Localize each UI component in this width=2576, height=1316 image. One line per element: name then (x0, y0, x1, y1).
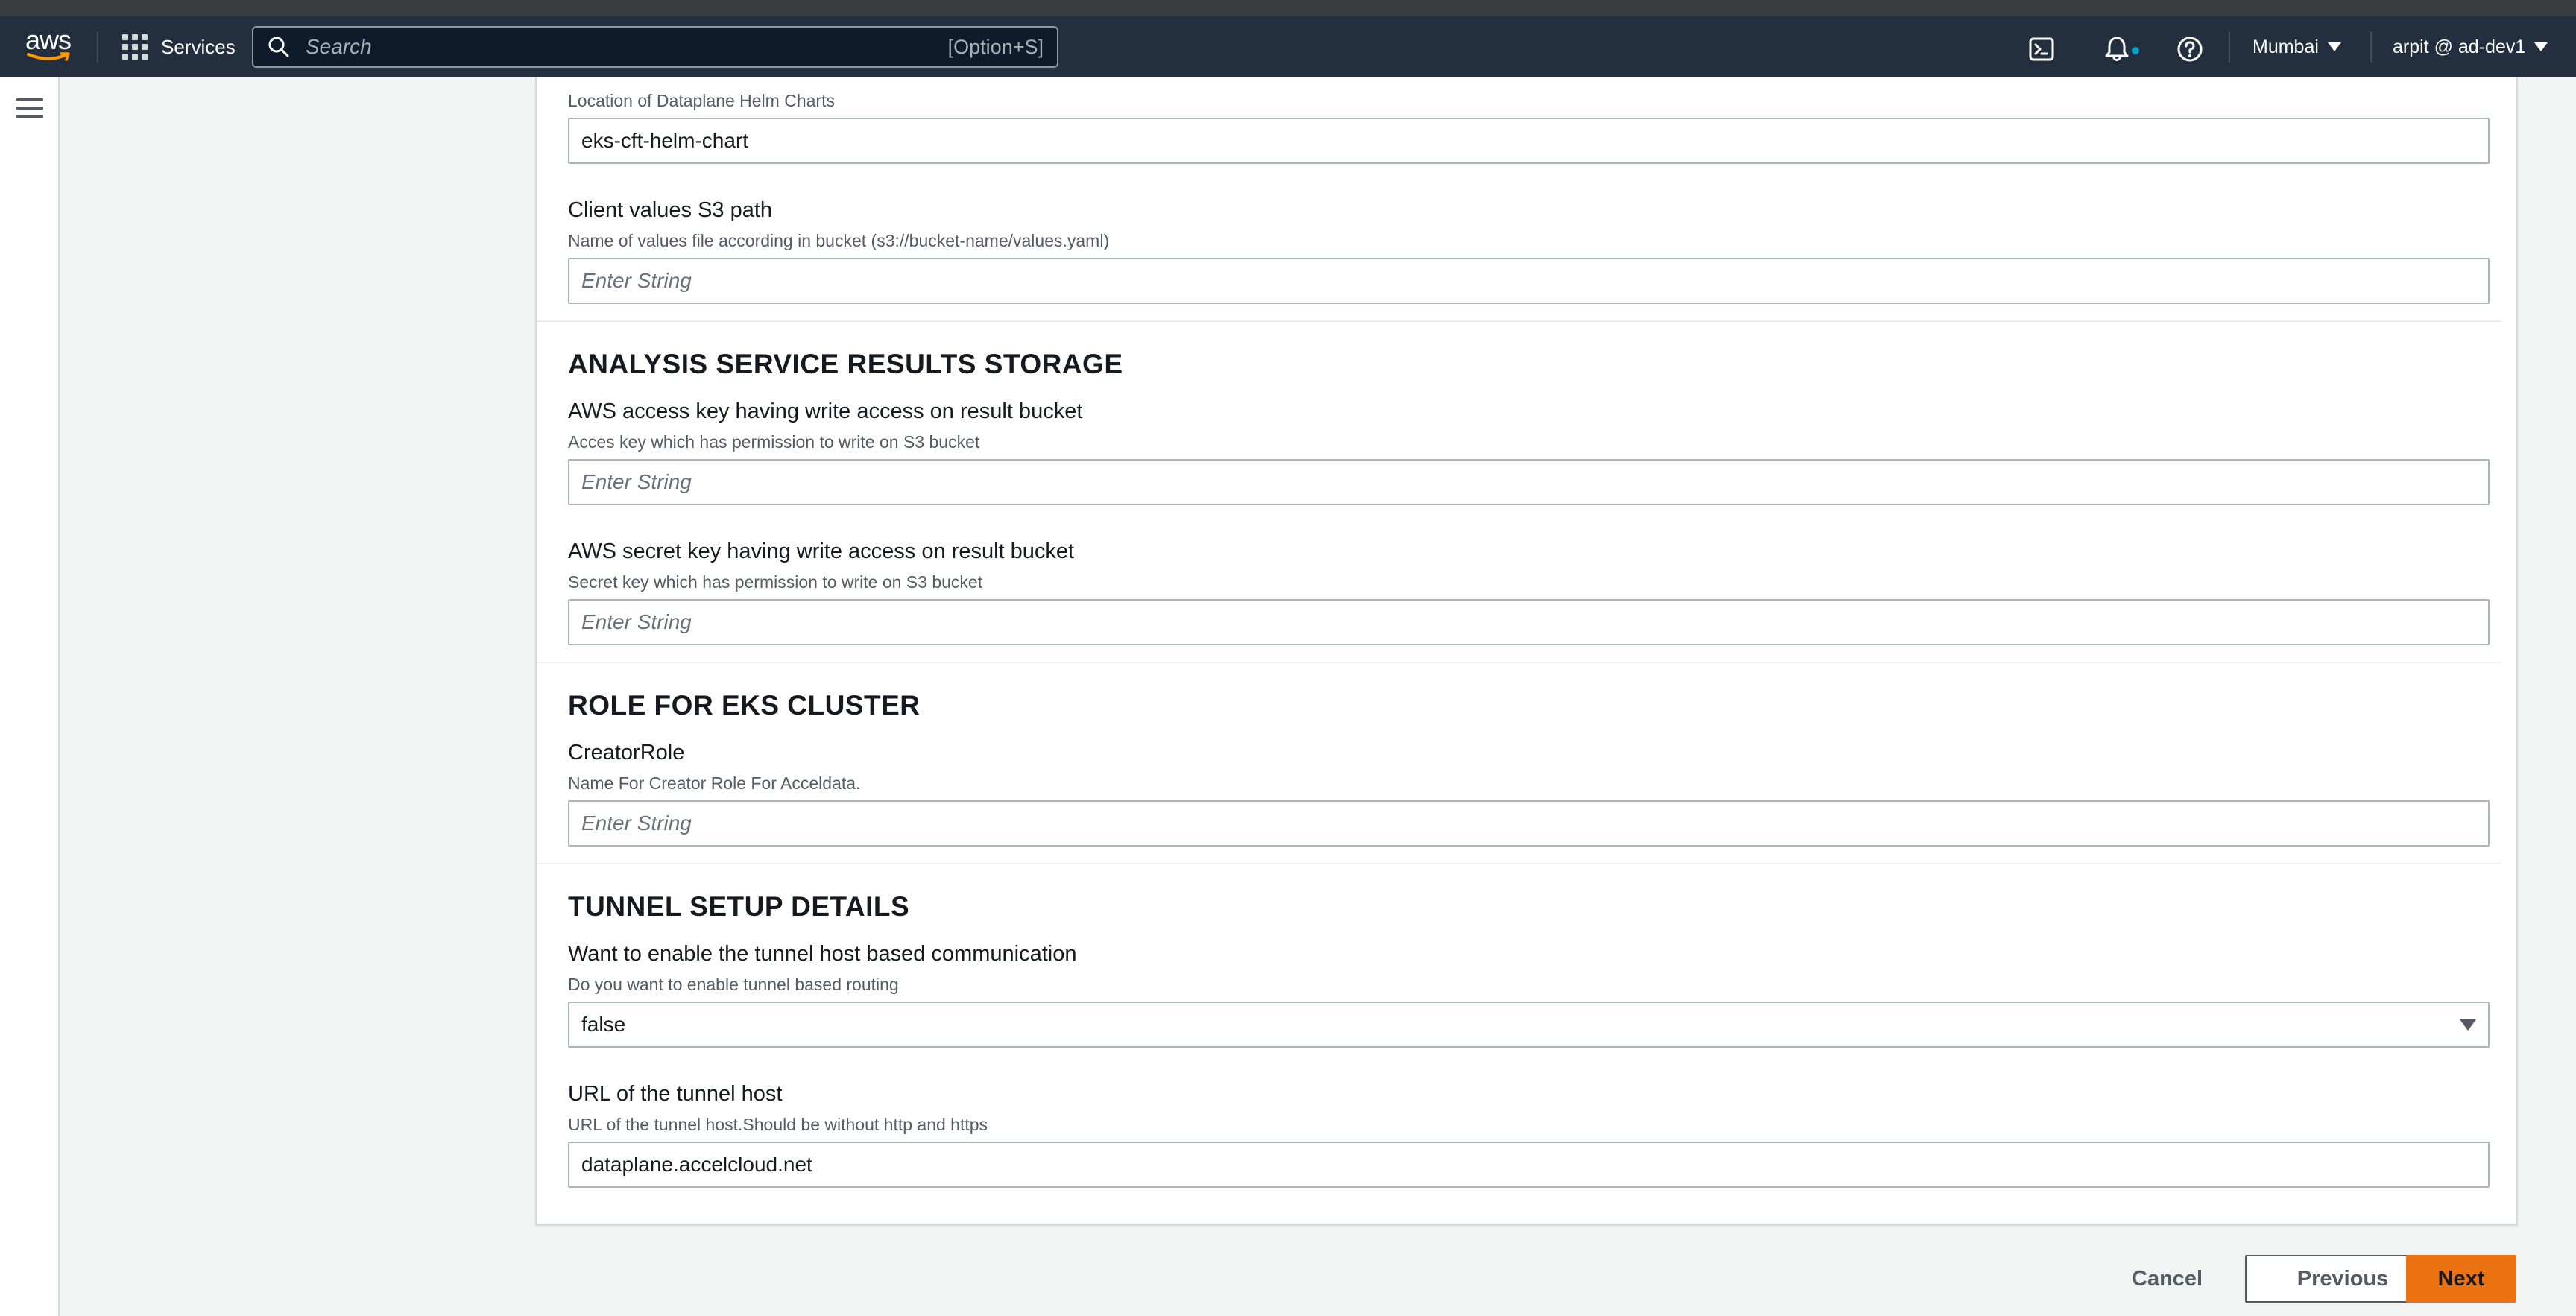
tunnel-section-title: TUNNEL SETUP DETAILS (568, 891, 910, 922)
nav-divider (2370, 31, 2372, 63)
region-label: Mumbai (2253, 36, 2319, 57)
helm-chart-description: Location of Dataplane Helm Charts (568, 91, 835, 110)
access-key-label: AWS access key having write access on re… (568, 399, 1083, 423)
parameters-form-panel: Location of Dataplane Helm Charts Client… (535, 77, 2518, 1225)
bell-icon[interactable] (2102, 34, 2132, 64)
aws-smile-icon (27, 52, 70, 61)
search-icon (268, 37, 289, 57)
search-bar[interactable]: [Option+S] (252, 26, 1058, 68)
aws-top-navigation: aws Services [Option+S] Mu (0, 16, 2576, 77)
chevron-down-icon (2327, 42, 2341, 51)
aws-logo-text: aws (25, 25, 72, 55)
cancel-button[interactable]: Cancel (2117, 1255, 2217, 1303)
services-menu-button[interactable]: Services (122, 31, 236, 63)
access-key-description: Acces key which has permission to write … (568, 432, 980, 452)
tunnel-host-input[interactable] (568, 1142, 2490, 1188)
cloudshell-icon[interactable] (2027, 34, 2057, 64)
client-values-description: Name of values file according in bucket … (568, 231, 1110, 250)
services-label: Services (161, 35, 236, 58)
role-section-title: ROLE FOR EKS CLUSTER (568, 690, 921, 721)
access-key-input[interactable] (568, 459, 2490, 505)
next-button[interactable]: Next (2406, 1255, 2516, 1303)
notification-indicator (2132, 47, 2139, 54)
left-navigation-rail (0, 77, 60, 1316)
nav-divider (2229, 31, 2230, 63)
helm-chart-input[interactable] (568, 118, 2490, 164)
dropdown-arrow-icon (2460, 1019, 2476, 1031)
browser-tab-strip (0, 0, 2576, 16)
account-menu[interactable]: arpit @ ad-dev1 (2393, 31, 2548, 63)
menu-icon[interactable] (16, 98, 43, 121)
section-divider (537, 863, 2501, 864)
tunnel-host-label: URL of the tunnel host (568, 1082, 783, 1106)
nav-divider (97, 31, 98, 63)
client-values-input[interactable] (568, 258, 2490, 304)
secret-key-label: AWS secret key having write access on re… (568, 540, 1075, 563)
region-selector[interactable]: Mumbai (2253, 31, 2341, 63)
creator-role-input[interactable] (568, 800, 2490, 847)
secret-key-input[interactable] (568, 599, 2490, 645)
services-grid-icon (122, 34, 148, 60)
enable-tunnel-label: Want to enable the tunnel host based com… (568, 942, 1077, 966)
enable-tunnel-description: Do you want to enable tunnel based routi… (568, 975, 899, 994)
search-shortcut-hint: [Option+S] (947, 35, 1044, 58)
creator-role-label: CreatorRole (568, 741, 685, 765)
client-values-label: Client values S3 path (568, 198, 773, 222)
enable-tunnel-selected-value: false (581, 1013, 626, 1036)
secret-key-description: Secret key which has permission to write… (568, 572, 983, 592)
search-input[interactable] (306, 35, 948, 59)
help-icon[interactable] (2175, 34, 2205, 64)
enable-tunnel-select[interactable]: false (568, 1002, 2490, 1048)
creator-role-description: Name For Creator Role For Acceldata. (568, 774, 861, 793)
aws-logo[interactable]: aws (25, 27, 75, 69)
chevron-down-icon (2534, 42, 2548, 51)
tunnel-host-description: URL of the tunnel host.Should be without… (568, 1115, 988, 1134)
section-divider (537, 320, 2501, 322)
account-label: arpit @ ad-dev1 (2393, 36, 2526, 57)
section-divider (537, 662, 2501, 663)
analysis-section-title: ANALYSIS SERVICE RESULTS STORAGE (568, 349, 1123, 379)
